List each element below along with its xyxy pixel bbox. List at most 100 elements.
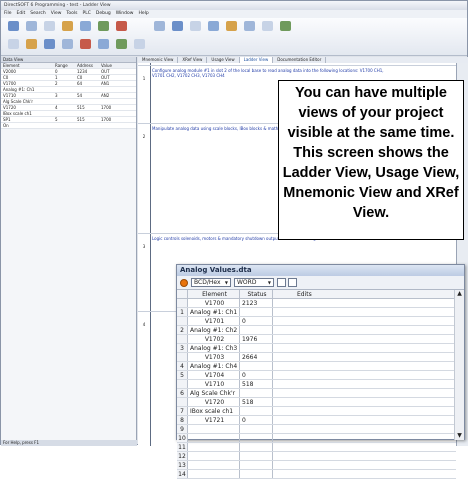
edits-cell[interactable] bbox=[273, 425, 456, 433]
toolbar-button[interactable] bbox=[151, 21, 167, 32]
table-row[interactable]: On bbox=[1, 123, 136, 129]
edits-cell[interactable] bbox=[273, 335, 456, 343]
table-cell bbox=[99, 111, 129, 116]
edits-cell[interactable] bbox=[273, 326, 456, 334]
table-row[interactable]: V1710 518 bbox=[177, 380, 456, 389]
menu-item[interactable]: Search bbox=[30, 11, 45, 16]
edits-cell[interactable] bbox=[273, 407, 456, 415]
toolbar-button[interactable] bbox=[169, 21, 185, 32]
left-data-panel: Data View Element Range Address Value V2… bbox=[1, 57, 137, 446]
toolbar-button[interactable] bbox=[113, 39, 129, 50]
table-row[interactable]: V1720 518 bbox=[177, 398, 456, 407]
table-row[interactable]: 11 bbox=[177, 443, 456, 452]
table-cell: V1720 bbox=[3, 105, 16, 110]
menu-item[interactable]: File bbox=[4, 11, 12, 16]
table-cell bbox=[53, 87, 75, 92]
edits-cell[interactable] bbox=[273, 353, 456, 361]
table-row[interactable]: V1700 2123 bbox=[177, 299, 456, 308]
menu-item[interactable]: View bbox=[51, 11, 62, 16]
toolbar-button[interactable] bbox=[5, 21, 21, 32]
table-cell: SP1 bbox=[3, 117, 11, 122]
toolbar-button[interactable] bbox=[41, 39, 57, 50]
format-select[interactable]: BCD/Hex ▼ bbox=[191, 278, 231, 287]
table-row[interactable]: 14 bbox=[177, 470, 456, 479]
toolbar-button[interactable] bbox=[241, 21, 257, 32]
table-row[interactable]: 2 Analog #1: Ch2 bbox=[177, 326, 456, 335]
analog-values-table: Element Status Edits V1700 2123 1 Analog #1… bbox=[177, 290, 456, 479]
table-row[interactable]: 13 bbox=[177, 461, 456, 470]
table-cell: 1700 bbox=[101, 117, 112, 122]
table-row[interactable]: 5 V1704 0 bbox=[177, 371, 456, 380]
edit-button[interactable] bbox=[288, 278, 297, 287]
table-row[interactable]: 9 bbox=[177, 425, 456, 434]
edits-cell[interactable] bbox=[273, 398, 456, 406]
menu-item[interactable]: Help bbox=[138, 11, 148, 16]
toolbar-button[interactable] bbox=[205, 21, 221, 32]
scroll-down-icon[interactable]: ▼ bbox=[455, 432, 464, 440]
column-header: Element bbox=[188, 290, 240, 298]
edits-cell[interactable] bbox=[273, 371, 456, 379]
toolbar-button[interactable] bbox=[131, 39, 147, 50]
menu-item[interactable]: Edit bbox=[17, 11, 26, 16]
toolbar-button[interactable] bbox=[23, 39, 39, 50]
toolbar-button[interactable] bbox=[59, 39, 75, 50]
toolbar-button[interactable] bbox=[187, 21, 203, 32]
toolbar-button[interactable] bbox=[95, 21, 111, 32]
edits-cell[interactable] bbox=[273, 299, 456, 307]
rung-number: 4 bbox=[142, 322, 146, 327]
toolbar-button[interactable] bbox=[41, 21, 57, 32]
element-cell: Analog #1: Ch4 bbox=[188, 362, 240, 370]
edits-cell[interactable] bbox=[273, 452, 456, 460]
table-row[interactable]: V1703 2664 bbox=[177, 353, 456, 362]
menu-item[interactable]: PLC bbox=[83, 11, 91, 16]
toolbar-button[interactable] bbox=[223, 21, 239, 32]
toolbar-button[interactable] bbox=[77, 39, 93, 50]
new-button[interactable] bbox=[277, 278, 286, 287]
edits-cell[interactable] bbox=[273, 416, 456, 424]
table-row[interactable]: 6 Alg Scale Chk'r bbox=[177, 389, 456, 398]
toolbar-button[interactable] bbox=[77, 21, 93, 32]
table-body: V1700 2123 1 Analog #1: Ch1 V1701 0 2 Analog #1… bbox=[177, 299, 456, 479]
toolbar-button[interactable] bbox=[113, 21, 129, 32]
edits-cell[interactable] bbox=[273, 308, 456, 316]
toolbar-button[interactable] bbox=[277, 21, 293, 32]
table-row[interactable]: 1 Analog #1: Ch1 bbox=[177, 308, 456, 317]
status-cell bbox=[240, 326, 273, 334]
edits-cell[interactable] bbox=[273, 434, 456, 442]
toolbar-button[interactable] bbox=[23, 21, 39, 32]
table-cell: 1 bbox=[55, 75, 58, 80]
edits-cell[interactable] bbox=[273, 470, 456, 478]
table-row[interactable]: 3 Analog #1: Ch3 bbox=[177, 344, 456, 353]
toolbar-button[interactable] bbox=[259, 21, 275, 32]
vertical-scrollbar[interactable]: ▲ ▼ bbox=[454, 290, 464, 440]
edits-cell[interactable] bbox=[273, 389, 456, 397]
toolbar-button[interactable] bbox=[59, 21, 75, 32]
edits-cell[interactable] bbox=[273, 362, 456, 370]
toolbar-button[interactable] bbox=[95, 39, 111, 50]
status-cell: 0 bbox=[240, 317, 273, 325]
element-cell: V1702 bbox=[188, 335, 240, 343]
table-cell: On bbox=[3, 123, 9, 128]
menu-item[interactable]: Tools bbox=[66, 11, 77, 16]
menu-item[interactable]: Debug bbox=[96, 11, 111, 16]
table-row[interactable]: V1702 1976 bbox=[177, 335, 456, 344]
table-row[interactable]: V1701 0 bbox=[177, 317, 456, 326]
table-header: Element Status Edits bbox=[177, 290, 456, 299]
table-row[interactable]: 8 V1721 0 bbox=[177, 416, 456, 425]
table-row[interactable]: 12 bbox=[177, 452, 456, 461]
table-row[interactable]: 7 IBox scale ch1 bbox=[177, 407, 456, 416]
edits-cell[interactable] bbox=[273, 461, 456, 469]
table-cell bbox=[75, 111, 99, 116]
column-header: Edits bbox=[297, 291, 312, 298]
edits-cell[interactable] bbox=[273, 344, 456, 352]
table-row[interactable]: 4 Analog #1: Ch4 bbox=[177, 362, 456, 371]
edits-cell[interactable] bbox=[273, 317, 456, 325]
edits-cell[interactable] bbox=[273, 443, 456, 451]
toolbar-button[interactable] bbox=[5, 39, 21, 50]
menu-item[interactable]: Window bbox=[116, 11, 134, 16]
table-cell: 515 bbox=[77, 117, 85, 122]
table-row[interactable]: 10 bbox=[177, 434, 456, 443]
edits-cell[interactable] bbox=[273, 380, 456, 388]
scroll-up-icon[interactable]: ▲ bbox=[455, 290, 464, 298]
type-select[interactable]: WORD ▼ bbox=[234, 278, 274, 287]
